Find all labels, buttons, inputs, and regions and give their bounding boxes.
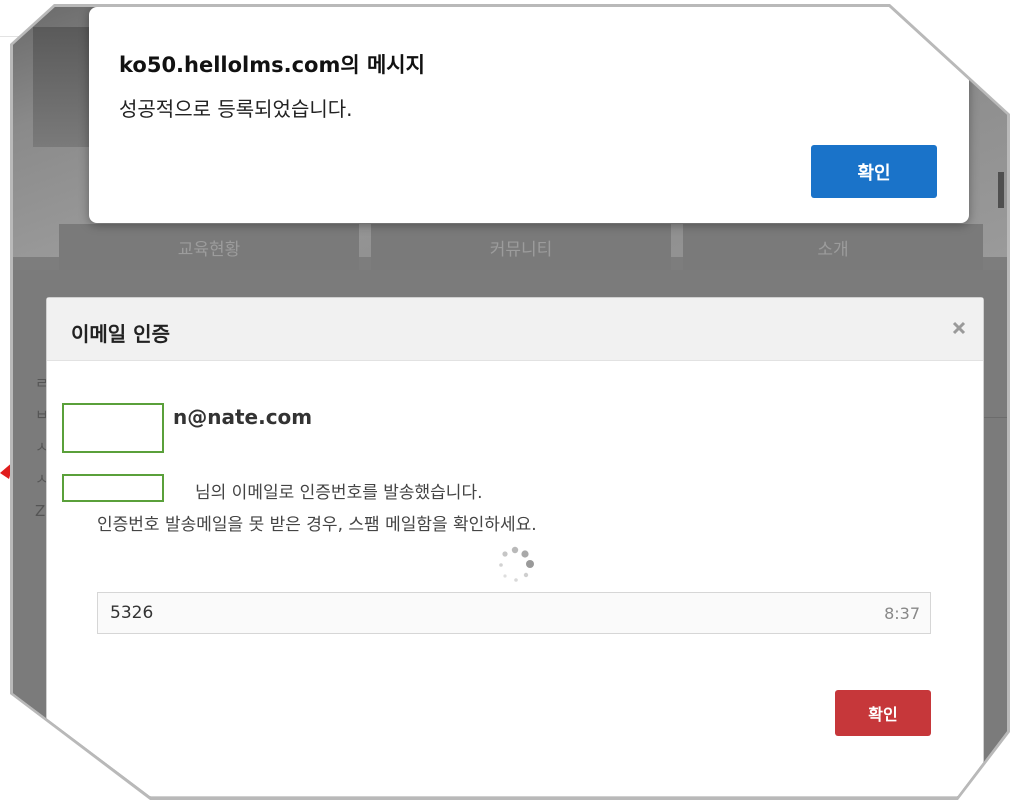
- email-address: n@nate.com: [173, 405, 313, 429]
- modal-title: 이메일 인증: [71, 322, 170, 346]
- email-verification-modal: 이메일 인증 n@nate.com 님의 이메일로 인증번호를 발송했습니다. …: [46, 297, 984, 797]
- screenshot-frame: ㄹ ㅂ ㅅ ㅅ Z 교육현황 커뮤니티 소개 이메일 인증 n@nate.com…: [13, 7, 1007, 797]
- redaction-box: [62, 474, 164, 502]
- modal-header: 이메일 인증: [47, 298, 983, 361]
- countdown-timer: 8:37: [884, 604, 920, 623]
- verification-code-value: 5326: [110, 603, 154, 623]
- alert-message: 성공적으로 등록되었습니다.: [119, 97, 353, 121]
- spam-notice-message: 인증번호 발송메일을 못 받은 경우, 스팸 메일함을 확인하세요.: [97, 515, 537, 535]
- alert-ok-button[interactable]: 확인: [811, 145, 937, 198]
- loading-spinner-icon: [499, 546, 534, 582]
- close-icon[interactable]: [949, 318, 969, 338]
- redaction-box: [62, 403, 164, 453]
- nav-tab-about[interactable]: 소개: [683, 224, 983, 270]
- browser-alert-dialog: ko50.hellolms.com의 메시지 성공적으로 등록되었습니다. 확인: [89, 7, 969, 223]
- verification-code-input[interactable]: 5326 8:37: [97, 592, 931, 634]
- confirm-button[interactable]: 확인: [835, 690, 931, 736]
- scrollbar-thumb: [998, 172, 1004, 208]
- main-nav: 교육현황 커뮤니티 소개: [59, 224, 983, 270]
- nav-tab-education[interactable]: 교육현황: [59, 224, 359, 270]
- code-sent-message: 님의 이메일로 인증번호를 발송했습니다.: [195, 483, 483, 503]
- nav-tab-community[interactable]: 커뮤니티: [371, 224, 671, 270]
- alert-title: ko50.hellolms.com의 메시지: [119, 53, 425, 77]
